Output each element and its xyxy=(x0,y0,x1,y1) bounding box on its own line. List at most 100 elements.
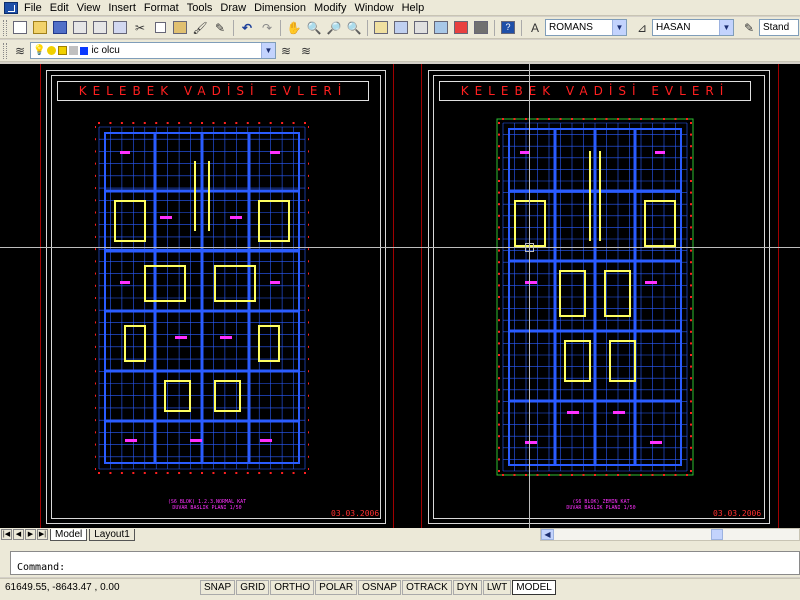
text-style-icon[interactable]: A xyxy=(526,19,544,37)
menu-modify[interactable]: Modify xyxy=(312,0,352,16)
plan-dimension-tick xyxy=(95,333,96,336)
paste-icon[interactable] xyxy=(171,19,189,37)
layer-manager-icon[interactable]: ≋ xyxy=(11,42,29,60)
polar-toggle[interactable]: POLAR xyxy=(315,579,358,595)
next-tab-icon[interactable]: ▶ xyxy=(25,529,36,540)
plan-dimension-tick xyxy=(189,122,192,124)
plan-dimension-tick xyxy=(95,284,96,287)
layer-on-icon[interactable]: 💡 xyxy=(33,45,45,56)
command-line[interactable]: Command: xyxy=(10,551,800,575)
sheet-set-manager-icon[interactable] xyxy=(432,19,450,37)
plan-dimension-tick xyxy=(690,377,692,380)
pan-realtime-icon[interactable]: ✋ xyxy=(285,19,303,37)
plan-dimension-tick xyxy=(98,122,100,124)
table-style-dropdown[interactable]: Stand xyxy=(759,19,799,36)
help-icon[interactable]: ? xyxy=(499,19,517,37)
layer-color-icon[interactable] xyxy=(80,46,89,55)
design-center-icon[interactable] xyxy=(392,19,410,37)
layer-plot-icon[interactable] xyxy=(69,46,79,55)
grid-toggle[interactable]: GRID xyxy=(236,579,270,595)
first-tab-icon[interactable]: |◀ xyxy=(1,529,12,540)
plan-dimension-tick xyxy=(269,122,272,124)
plan-dimension-tick xyxy=(690,226,692,229)
plan-dimension-tick xyxy=(308,345,309,348)
chevron-down-icon[interactable]: ▼ xyxy=(261,43,275,58)
plan-dimension-tick xyxy=(536,474,539,476)
plan-dimension-tick xyxy=(258,122,261,124)
zoom-realtime-icon[interactable]: 🔍 xyxy=(305,19,323,37)
block-editor-icon[interactable]: ✎ xyxy=(211,19,229,37)
viewport-border xyxy=(393,64,394,528)
layer-previous-icon[interactable]: ≋ xyxy=(297,42,315,60)
make-object-layer-current-icon[interactable]: ≋ xyxy=(277,42,295,60)
zoom-window-icon[interactable]: 🔎 xyxy=(325,19,343,37)
publish-icon[interactable] xyxy=(111,19,129,37)
save-icon[interactable] xyxy=(51,19,69,37)
menu-view[interactable]: View xyxy=(75,0,107,16)
plot-icon[interactable] xyxy=(71,19,89,37)
open-icon[interactable] xyxy=(31,19,49,37)
coordinate-readout[interactable]: 61649.55, -8643.47 , 0.00 xyxy=(0,582,200,593)
toolbar-grip[interactable] xyxy=(3,42,7,59)
layer-lock-icon[interactable] xyxy=(58,46,68,55)
markup-set-manager-icon[interactable] xyxy=(452,19,470,37)
autocad-app-icon[interactable] xyxy=(4,1,18,14)
copy-icon[interactable] xyxy=(151,19,169,37)
previous-tab-icon[interactable]: ◀ xyxy=(13,529,24,540)
chevron-down-icon[interactable]: ▼ xyxy=(612,20,626,35)
horizontal-scrollbar[interactable]: ◀ xyxy=(540,528,800,541)
properties-icon[interactable] xyxy=(372,19,390,37)
match-properties-icon[interactable]: 🖌 xyxy=(191,19,209,37)
cut-icon[interactable]: ✂ xyxy=(131,19,149,37)
plan-dimension-tick xyxy=(498,168,500,171)
osnap-toggle[interactable]: OSNAP xyxy=(358,579,402,595)
redo-icon[interactable]: ↷ xyxy=(258,19,276,37)
menu-insert[interactable]: Insert xyxy=(106,0,142,16)
tool-palettes-icon[interactable] xyxy=(412,19,430,37)
layer-thaw-icon[interactable] xyxy=(47,46,57,55)
ortho-toggle[interactable]: ORTHO xyxy=(270,579,315,595)
menu-window[interactable]: Window xyxy=(352,0,399,16)
new-icon[interactable] xyxy=(11,19,29,37)
menu-edit[interactable]: Edit xyxy=(48,0,75,16)
menu-draw[interactable]: Draw xyxy=(218,0,252,16)
plan-dimension-tick xyxy=(513,118,516,120)
dyn-toggle[interactable]: DYN xyxy=(452,579,482,595)
table-style-icon[interactable]: ✎ xyxy=(740,19,758,37)
layer-dropdown[interactable]: 💡 ic olcu ▼ xyxy=(30,42,276,59)
menu-format[interactable]: Format xyxy=(142,0,185,16)
toolbar-grip[interactable] xyxy=(3,19,7,36)
otrack-toggle[interactable]: OTRACK xyxy=(402,579,452,595)
tab-model[interactable]: Model xyxy=(50,528,88,541)
undo-icon[interactable]: ↶ xyxy=(238,19,256,37)
menu-tools[interactable]: Tools xyxy=(185,0,219,16)
scrollbar-thumb[interactable] xyxy=(711,529,723,540)
plan-dimension-tick xyxy=(640,474,642,476)
text-style-dropdown[interactable]: ROMANS ▼ xyxy=(545,19,627,36)
menu-help[interactable]: Help xyxy=(400,0,431,16)
dimension-style-icon[interactable]: ⊿ xyxy=(633,19,651,37)
menu-file[interactable]: File xyxy=(22,0,48,16)
menu-dimension[interactable]: Dimension xyxy=(252,0,312,16)
sheet-left-border[interactable]: KELEBEK VADİSİ EVLERİ (S6 BLOK) 1.2.3.NO… xyxy=(46,70,386,524)
snap-toggle[interactable]: SNAP xyxy=(200,579,236,595)
plan-dimension-tick xyxy=(690,412,692,414)
plan-dimension-tick xyxy=(582,474,585,476)
tab-layout1[interactable]: Layout1 xyxy=(89,528,135,541)
last-tab-icon[interactable]: ▶| xyxy=(37,529,48,540)
dimension-style-dropdown[interactable]: HASAN ▼ xyxy=(652,19,734,36)
zoom-previous-icon[interactable]: 🔍 xyxy=(345,19,363,37)
plan-dimension-tick xyxy=(212,122,215,124)
plan-dimension-tick xyxy=(304,472,306,474)
plan-dimension-tick xyxy=(498,226,500,229)
lwt-toggle[interactable]: LWT xyxy=(482,579,512,595)
calculator-icon[interactable] xyxy=(472,19,490,37)
scroll-left-icon[interactable]: ◀ xyxy=(541,529,554,540)
chevron-down-icon[interactable]: ▼ xyxy=(719,20,733,35)
model-toggle[interactable]: MODEL xyxy=(512,579,556,595)
plan-dimension-tick xyxy=(308,406,309,409)
plot-preview-icon[interactable] xyxy=(91,19,109,37)
drawing-canvas[interactable]: KELEBEK VADİSİ EVLERİ (S6 BLOK) 1.2.3.NO… xyxy=(0,64,800,528)
plan-dimension-tick xyxy=(95,321,96,324)
sheet-right-border[interactable]: KELEBEK VADİSİ EVLERİ (S6 BLOK) ZEMIN KA… xyxy=(428,70,770,524)
